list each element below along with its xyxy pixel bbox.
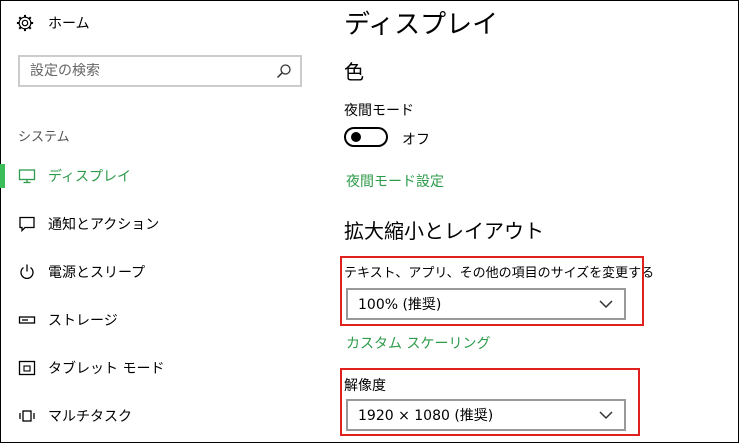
sidebar-item-multitasking[interactable]: マルチタスク — [0, 401, 320, 431]
monitor-icon — [18, 169, 36, 184]
highlight-box-resolution — [340, 368, 640, 436]
custom-scaling-link[interactable]: カスタム スケーリング — [346, 333, 490, 353]
scale-layout-heading: 拡大縮小とレイアウト — [344, 219, 544, 243]
search-icon[interactable] — [276, 63, 292, 79]
home-nav-item[interactable]: ホーム — [16, 12, 90, 34]
search-input[interactable] — [20, 63, 276, 79]
toggle-knob — [351, 132, 361, 142]
sidebar-item-label: ディスプレイ — [48, 169, 132, 185]
gear-icon — [16, 14, 34, 32]
active-indicator — [0, 164, 5, 188]
night-mode-label: 夜間モード — [344, 103, 414, 119]
sidebar-item-display[interactable]: ディスプレイ — [0, 161, 320, 191]
sidebar-item-storage[interactable]: ストレージ — [0, 305, 320, 335]
sidebar-item-label: ストレージ — [48, 313, 118, 329]
sidebar: ホーム システム ディスプレイ 通知とアクション 電源とスリープ — [0, 0, 320, 443]
section-title-system: システム — [18, 130, 70, 145]
sidebar-item-label: 電源とスリープ — [48, 265, 146, 281]
sidebar-item-label: タブレット モード — [48, 361, 165, 377]
night-mode-toggle[interactable] — [344, 127, 388, 147]
sidebar-item-power-sleep[interactable]: 電源とスリープ — [0, 257, 320, 287]
multitask-icon — [19, 410, 35, 422]
night-mode-settings-link[interactable]: 夜間モード設定 — [346, 171, 444, 191]
sidebar-item-tablet-mode[interactable]: タブレット モード — [0, 353, 320, 383]
settings-search-box[interactable] — [18, 55, 302, 87]
sidebar-item-notifications[interactable]: 通知とアクション — [0, 209, 320, 239]
night-mode-toggle-state: オフ — [402, 132, 430, 148]
notification-icon — [19, 216, 35, 233]
page-title: ディスプレイ — [344, 10, 499, 40]
tablet-mode-icon — [18, 360, 36, 376]
storage-icon — [18, 316, 36, 324]
home-label: ホーム — [48, 16, 90, 32]
sidebar-item-label: マルチタスク — [48, 409, 132, 425]
color-heading: 色 — [344, 60, 364, 84]
power-icon — [20, 264, 34, 279]
sidebar-item-label: 通知とアクション — [48, 217, 160, 233]
highlight-box-scale — [340, 256, 644, 326]
